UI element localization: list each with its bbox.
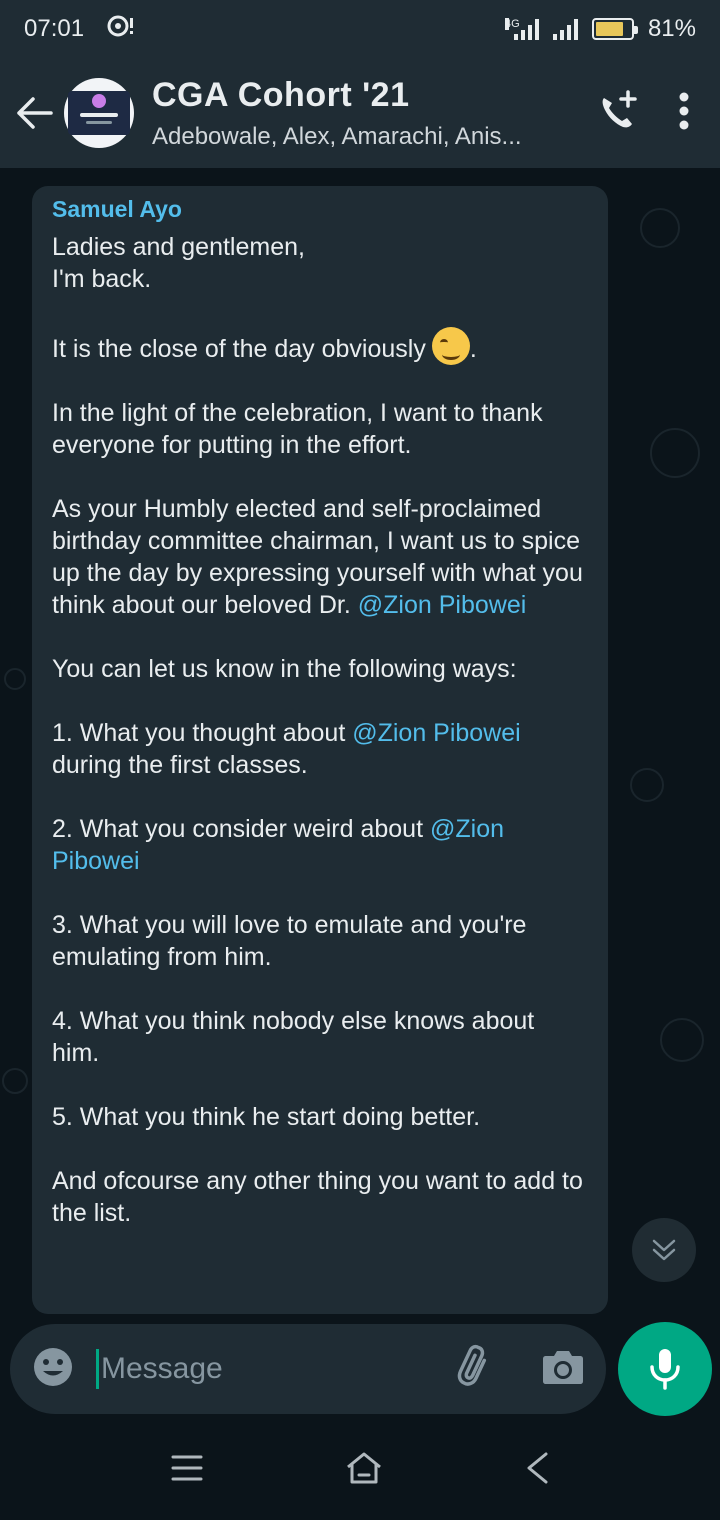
home-button[interactable]: [345, 1451, 383, 1490]
notification-icon: [106, 14, 134, 45]
recent-apps-button[interactable]: [170, 1453, 204, 1488]
menu-icon: [171, 1455, 203, 1480]
smiling-face-emoji-icon: [431, 327, 470, 365]
camera-button[interactable]: [542, 1348, 584, 1391]
message-bubble[interactable]: Samuel Ayo Ladies and gentlemen, I'm back…: [32, 186, 608, 1314]
paperclip-icon: [457, 1344, 487, 1386]
microphone-icon: [650, 1349, 680, 1390]
chat-title: CGA Cohort '21: [152, 75, 410, 114]
add-call-button[interactable]: [596, 89, 640, 137]
scroll-to-bottom-button[interactable]: [632, 1218, 696, 1282]
more-vert-icon: [679, 92, 689, 129]
double-chevron-down-icon: [652, 1239, 676, 1261]
battery-percent: 81%: [647, 15, 696, 42]
chat-area[interactable]: Samuel Ayo Ladies and gentlemen, I'm back…: [0, 168, 720, 1420]
message-input[interactable]: [101, 1352, 431, 1386]
emoji-button[interactable]: [32, 1346, 74, 1393]
chat-info[interactable]: CGA Cohort '21 Adebowale, Alex, Amarachi…: [152, 76, 552, 151]
home-icon: [347, 1452, 381, 1483]
message-body: Ladies and gentlemen, I'm back. It is the…: [52, 233, 583, 1227]
back-button[interactable]: [4, 83, 64, 143]
status-time: 07:01: [24, 15, 85, 42]
chat-members: Adebowale, Alex, Amarachi, Anis...: [152, 122, 522, 150]
emoji-icon: [34, 1347, 72, 1386]
attach-button[interactable]: [452, 1344, 498, 1395]
voice-message-button[interactable]: [618, 1322, 712, 1416]
system-nav-bar: [0, 1420, 720, 1520]
camera-icon: [543, 1350, 583, 1384]
back-arrow-icon: [17, 97, 53, 129]
add-call-icon: [602, 89, 637, 127]
chat-header: CGA Cohort '21 Adebowale, Alex, Amarachi…: [0, 58, 720, 168]
back-nav-button[interactable]: [524, 1451, 550, 1490]
message-composer: [10, 1324, 606, 1414]
cellular-signal-icon-1: 4G: [504, 18, 539, 40]
more-options-button[interactable]: [678, 92, 690, 135]
battery-icon: [591, 18, 638, 40]
mention-link[interactable]: @Zion Pibowei: [352, 719, 521, 747]
text-cursor: [96, 1349, 99, 1389]
chevron-left-icon: [527, 1452, 548, 1483]
cellular-signal-icon-2: [552, 18, 578, 40]
group-avatar[interactable]: [64, 78, 134, 148]
mention-link[interactable]: @Zion Pibowei: [358, 591, 527, 619]
message-sender[interactable]: Samuel Ayo: [52, 196, 588, 223]
network-type: 4G: [504, 18, 520, 30]
status-bar: 07:01 4G 81%: [0, 0, 720, 58]
